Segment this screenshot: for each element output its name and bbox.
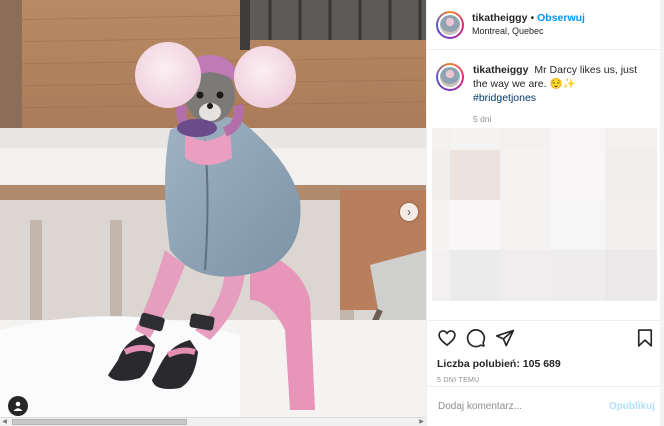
post-details-panel: tikatheiggy • Obserwuj Montreal, Quebec … — [426, 0, 664, 426]
comment-bar: Opublikuj — [427, 386, 664, 426]
separator-dot: • — [530, 11, 535, 24]
likes-number: 105 689 — [522, 358, 561, 370]
scrollbar-thumb[interactable] — [12, 419, 187, 425]
vertical-scrollbar[interactable] — [660, 0, 664, 426]
horizontal-scrollbar[interactable]: ◀ ▶ — [0, 417, 426, 426]
share-icon[interactable] — [495, 328, 515, 348]
likes-count[interactable]: Liczba polubień: 105 689 — [437, 358, 655, 370]
scroll-right-icon[interactable]: ▶ — [417, 418, 426, 426]
comment-icon[interactable] — [466, 328, 486, 348]
caption-username-link[interactable]: tikatheiggy — [473, 64, 528, 76]
follow-button[interactable]: Obserwuj — [537, 13, 585, 24]
heart-icon[interactable] — [437, 328, 457, 348]
bookmark-icon[interactable] — [635, 328, 655, 348]
hashtag-link[interactable]: #bridgetjones — [473, 92, 536, 104]
location-link[interactable]: Montreal, Quebec — [472, 27, 585, 36]
next-photo-button[interactable]: › — [400, 203, 418, 221]
post-header: tikatheiggy • Obserwuj Montreal, Quebec — [427, 0, 664, 50]
header-username-link[interactable]: tikatheiggy — [472, 13, 527, 24]
publish-button[interactable]: Opublikuj — [609, 401, 655, 412]
user-tag-button[interactable] — [8, 396, 28, 416]
caption-avatar[interactable] — [436, 63, 464, 91]
scroll-left-icon[interactable]: ◀ — [0, 418, 9, 426]
user-tag-icon — [13, 401, 23, 411]
dog-photo-image — [0, 0, 426, 426]
post-photo[interactable]: › — [0, 0, 426, 426]
caption-block: tikatheiggy Mr Darcy likes us, just the … — [427, 50, 664, 126]
caption-timestamp: 5 dni — [473, 114, 492, 124]
chevron-right-icon: › — [407, 205, 411, 219]
avatar[interactable] — [436, 10, 464, 39]
post-date[interactable]: 5 DNI TEMU — [437, 377, 655, 384]
comment-input[interactable] — [438, 401, 609, 412]
likes-label: Liczba polubień: — [437, 358, 520, 370]
post-actions: Liczba polubień: 105 689 5 DNI TEMU — [427, 320, 664, 384]
pixelated-comments-area — [432, 128, 657, 301]
